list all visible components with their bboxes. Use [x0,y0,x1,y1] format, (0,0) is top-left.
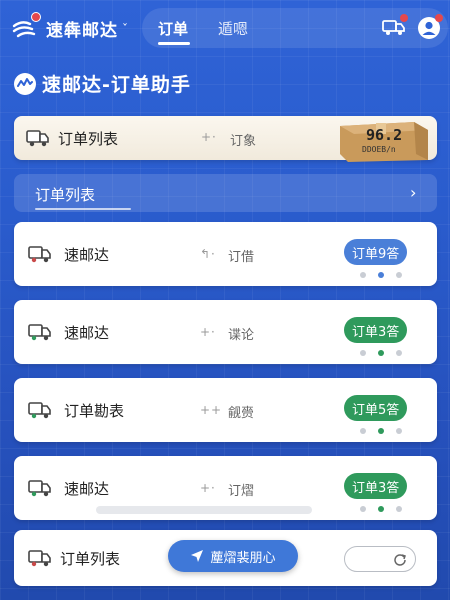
page-dot[interactable] [360,506,366,512]
connector-glyph: ++ [200,403,223,417]
order-card[interactable]: 速邮达 ↰· 订借 订单9答 [14,222,437,286]
page-dot[interactable] [360,350,366,356]
page-indicator [360,272,402,278]
truck-icon [28,324,51,341]
send-icon [191,550,204,562]
refresh-toggle[interactable] [344,546,416,572]
section-title: 速邮达-订单助手 [14,70,191,97]
page-dot[interactable] [396,506,402,512]
page-indicator [360,428,402,434]
page-dot[interactable] [378,272,384,278]
order-list-header[interactable]: 订单列表 › [14,174,437,212]
truck-icon [28,246,51,263]
connector-glyph: +· [200,481,216,495]
chevron-right-icon: › [410,183,417,202]
page-dot[interactable] [396,428,402,434]
summary-mid-label: 订象 [230,134,257,149]
connector-glyph: +· [201,130,217,144]
primary-action-label: 薼熠裴朋心 [210,550,276,566]
page-indicator [360,350,402,356]
bottom-card-label: 订单列表 [60,550,121,568]
truck-icon [28,480,51,497]
notification-dot [400,14,408,22]
brand-name: 速犇邮达 [46,21,118,41]
order-mid-label: 订熠 [228,484,255,499]
brand[interactable]: 速犇邮达 ˇ [12,11,128,41]
page-dot[interactable] [378,506,384,512]
box-code: DDOEB/n [362,145,396,154]
notification-dot [435,14,443,22]
avatar[interactable] [418,14,443,39]
order-count-badge[interactable]: 订单5答 [344,395,408,421]
page-dot[interactable] [378,350,384,356]
order-name: 速邮达 [64,246,110,264]
page-indicator [360,506,402,512]
assistant-icon [14,72,36,95]
tab-second[interactable]: 遁嗯 [218,18,248,39]
brand-caret-icon: ˇ [122,21,128,36]
order-mid-label: 订借 [228,250,255,265]
page-dot[interactable] [378,428,384,434]
delivery-truck-button[interactable] [382,14,408,37]
page-dot[interactable] [396,350,402,356]
truck-icon [28,402,51,419]
brand-logo-icon [12,11,41,40]
order-card[interactable]: 速邮达 +· 谍论 订单3答 [14,300,437,364]
active-tab-indicator [158,42,190,45]
connector-glyph: +· [200,325,216,339]
truck-icon [28,550,51,567]
order-mid-label: 谍论 [228,328,255,343]
section-title-text: 速邮达-订单助手 [42,74,191,96]
order-count-badge[interactable]: 订单9答 [344,239,408,265]
order-name: 速邮达 [64,324,110,342]
primary-action-button[interactable]: 薼熠裴朋心 [168,540,298,572]
order-count-badge[interactable]: 订单3答 [344,317,408,343]
list-header-underline [35,208,131,210]
connector-glyph: ↰· [200,247,216,261]
summary-label: 订单列表 [58,130,119,148]
order-name: 速邮达 [64,480,110,498]
page-dot[interactable] [396,272,402,278]
tab-orders[interactable]: 订单 [158,18,188,39]
list-header-label: 订单列表 [35,186,96,204]
order-count-badge[interactable]: 订单3答 [344,473,408,499]
refresh-icon [394,554,406,566]
notification-dot [31,11,41,22]
box-number: 96.2 [366,126,403,144]
order-mid-label: 觎赍 [228,406,255,421]
truck-icon [26,130,49,147]
parcel-box-image: 96.2 DDOEB/n [336,114,432,164]
order-card[interactable]: 订单勘表 ++ 觎赍 订单5答 [14,378,437,442]
page-dot[interactable] [360,272,366,278]
page-dot[interactable] [360,428,366,434]
horizontal-scrollbar[interactable] [96,506,312,514]
top-bar: 速犇邮达 ˇ 订单 遁嗯 [0,0,450,58]
order-name: 订单勘表 [64,402,125,420]
